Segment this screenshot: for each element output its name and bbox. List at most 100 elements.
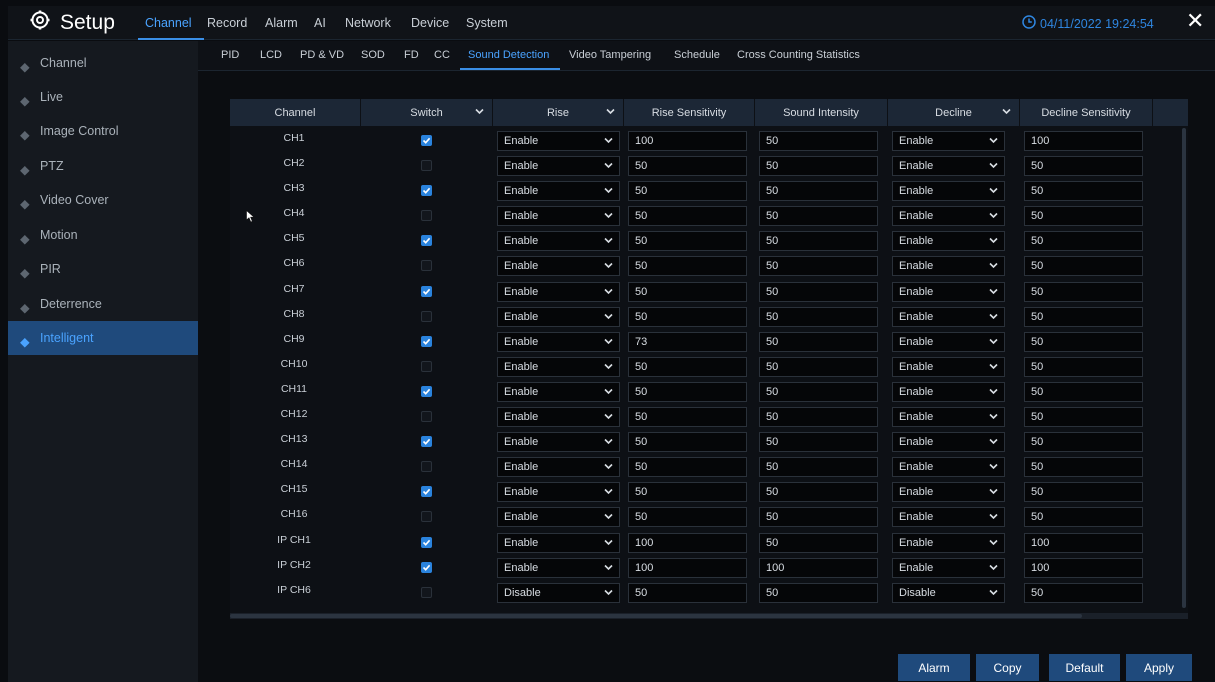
decline-sensitivity-input[interactable]: 50 [1024, 231, 1143, 252]
subtab-schedule[interactable]: Schedule [674, 49, 720, 61]
decline-select[interactable]: Enable [892, 507, 1005, 528]
decline-select[interactable]: Enable [892, 532, 1005, 553]
decline-sensitivity-input[interactable]: 100 [1024, 131, 1143, 151]
decline-select[interactable]: Enable [892, 432, 1005, 453]
tab-record[interactable]: Record [207, 16, 247, 30]
apply-button[interactable]: Apply [1126, 654, 1192, 681]
rise-select[interactable]: Enable [497, 407, 620, 428]
decline-sensitivity-input[interactable]: 50 [1024, 457, 1143, 478]
rise-sensitivity-input[interactable]: 100 [628, 131, 747, 151]
rise-sensitivity-input[interactable]: 50 [628, 306, 747, 327]
decline-select[interactable]: Enable [892, 181, 1005, 202]
switch-checkbox[interactable] [421, 461, 432, 473]
rise-select[interactable]: Enable [497, 131, 620, 151]
rise-sensitivity-input[interactable]: 73 [628, 331, 747, 352]
rise-select[interactable]: Enable [497, 532, 620, 553]
rise-sensitivity-input[interactable]: 50 [628, 482, 747, 503]
rise-sensitivity-input[interactable]: 50 [628, 181, 747, 202]
decline-select[interactable]: Enable [892, 156, 1005, 177]
rise-sensitivity-input[interactable]: 50 [628, 231, 747, 252]
sound-intensity-input[interactable]: 50 [759, 331, 878, 352]
subtab-pd-vd[interactable]: PD & VD [300, 49, 344, 61]
decline-select[interactable]: Enable [892, 306, 1005, 327]
decline-sensitivity-input[interactable]: 50 [1024, 181, 1143, 202]
rise-select[interactable]: Enable [497, 181, 620, 202]
sidebar-item-channel[interactable]: ◆ Channel [8, 46, 198, 80]
sound-intensity-input[interactable]: 50 [759, 231, 878, 252]
decline-sensitivity-input[interactable]: 50 [1024, 331, 1143, 352]
rise-select[interactable]: Enable [497, 432, 620, 453]
switch-checkbox[interactable] [421, 561, 432, 573]
sidebar-item-deterrence[interactable]: ◆ Deterrence [8, 287, 198, 321]
rise-select[interactable]: Enable [497, 281, 620, 302]
sound-intensity-input[interactable]: 50 [759, 131, 878, 151]
sound-intensity-input[interactable]: 50 [759, 356, 878, 377]
subtab-sound-detection[interactable]: Sound Detection [468, 49, 549, 61]
rise-select[interactable]: Enable [497, 206, 620, 227]
sound-intensity-input[interactable]: 50 [759, 507, 878, 528]
decline-sensitivity-input[interactable]: 50 [1024, 507, 1143, 528]
switch-checkbox[interactable] [421, 260, 432, 272]
decline-sensitivity-input[interactable]: 50 [1024, 156, 1143, 177]
decline-select[interactable]: Enable [892, 281, 1005, 302]
rise-select[interactable]: Enable [497, 482, 620, 503]
decline-sensitivity-input[interactable]: 50 [1024, 482, 1143, 503]
decline-sensitivity-input[interactable]: 50 [1024, 206, 1143, 227]
subtab-sod[interactable]: SOD [361, 49, 385, 61]
decline-sensitivity-input[interactable]: 50 [1024, 432, 1143, 453]
sound-intensity-input[interactable]: 50 [759, 306, 878, 327]
rise-select[interactable]: Enable [497, 356, 620, 377]
switch-checkbox[interactable] [421, 235, 432, 247]
subtab-fd[interactable]: FD [404, 49, 419, 61]
col-decline[interactable]: Decline [888, 99, 1020, 126]
tab-device[interactable]: Device [411, 16, 449, 30]
tab-system[interactable]: System [466, 16, 508, 30]
decline-select[interactable]: Enable [892, 231, 1005, 252]
rise-sensitivity-input[interactable]: 50 [628, 582, 747, 603]
decline-sensitivity-input[interactable]: 50 [1024, 281, 1143, 302]
sidebar-item-pir[interactable]: ◆ PIR [8, 252, 198, 286]
subtab-cc[interactable]: CC [434, 49, 450, 61]
switch-checkbox[interactable] [421, 160, 432, 172]
subtab-video-tampering[interactable]: Video Tampering [569, 49, 651, 61]
sidebar-item-motion[interactable]: ◆ Motion [8, 218, 198, 252]
rise-sensitivity-input[interactable]: 50 [628, 356, 747, 377]
switch-checkbox[interactable] [421, 285, 432, 297]
decline-sensitivity-input[interactable]: 100 [1024, 532, 1143, 553]
switch-checkbox[interactable] [421, 210, 432, 222]
sound-intensity-input[interactable]: 100 [759, 557, 878, 578]
decline-select[interactable]: Enable [892, 331, 1005, 352]
rise-sensitivity-input[interactable]: 50 [628, 457, 747, 478]
rise-sensitivity-input[interactable]: 50 [628, 507, 747, 528]
sound-intensity-input[interactable]: 50 [759, 256, 878, 277]
sidebar-item-image-control[interactable]: ◆ Image Control [8, 114, 198, 148]
rise-select[interactable]: Enable [497, 557, 620, 578]
decline-sensitivity-input[interactable]: 50 [1024, 381, 1143, 402]
sidebar-item-intelligent[interactable]: ◆ Intelligent [8, 321, 198, 355]
decline-select[interactable]: Enable [892, 381, 1005, 402]
sidebar-item-ptz[interactable]: ◆ PTZ [8, 149, 198, 183]
decline-sensitivity-input[interactable]: 50 [1024, 306, 1143, 327]
rise-sensitivity-input[interactable]: 50 [628, 381, 747, 402]
sound-intensity-input[interactable]: 50 [759, 206, 878, 227]
alarm-button[interactable]: Alarm [898, 654, 970, 681]
sound-intensity-input[interactable]: 50 [759, 482, 878, 503]
rise-sensitivity-input[interactable]: 50 [628, 206, 747, 227]
sound-intensity-input[interactable]: 50 [759, 407, 878, 428]
decline-sensitivity-input[interactable]: 100 [1024, 557, 1143, 578]
rise-sensitivity-input[interactable]: 50 [628, 407, 747, 428]
rise-select[interactable]: Disable [497, 582, 620, 603]
sound-intensity-input[interactable]: 50 [759, 582, 878, 603]
tab-ai[interactable]: AI [314, 16, 326, 30]
decline-sensitivity-input[interactable]: 50 [1024, 582, 1143, 603]
rise-select[interactable]: Enable [497, 306, 620, 327]
tab-channel[interactable]: Channel [145, 16, 192, 30]
rise-select[interactable]: Enable [497, 457, 620, 478]
switch-checkbox[interactable] [421, 486, 432, 498]
sidebar-item-live[interactable]: ◆ Live [8, 80, 198, 114]
sound-intensity-input[interactable]: 50 [759, 432, 878, 453]
switch-checkbox[interactable] [421, 411, 432, 423]
decline-sensitivity-input[interactable]: 50 [1024, 256, 1143, 277]
decline-sensitivity-input[interactable]: 50 [1024, 356, 1143, 377]
sound-intensity-input[interactable]: 50 [759, 156, 878, 177]
